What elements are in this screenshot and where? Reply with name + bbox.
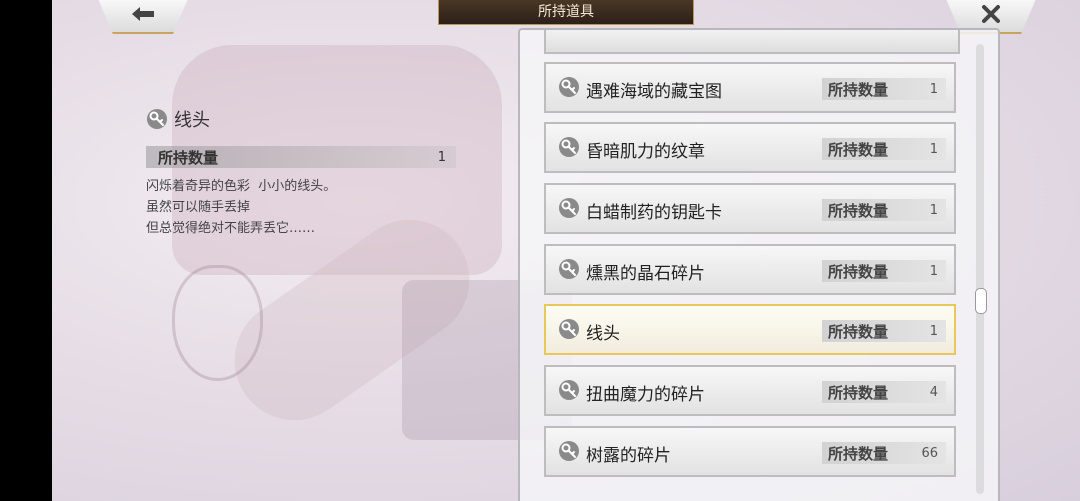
item-quantity-box: 所持数量 1 bbox=[822, 138, 946, 160]
list-item[interactable]: 树露的碎片 所持数量 66 bbox=[544, 426, 956, 477]
item-quantity-label: 所持数量 bbox=[828, 140, 889, 159]
item-name: 昏暗肌力的纹章 bbox=[586, 142, 705, 162]
item-key-icon bbox=[147, 109, 167, 129]
detail-quantity-label: 所持数量 bbox=[158, 148, 219, 167]
item-name: 白蜡制药的钥匙卡 bbox=[586, 203, 722, 223]
item-key-icon bbox=[559, 77, 579, 97]
background-hourglass-illustration bbox=[172, 265, 263, 381]
list-item-selected[interactable]: 线头 所持数量 1 bbox=[544, 304, 956, 355]
list-item[interactable]: 遇难海域的藏宝图 所持数量 1 bbox=[544, 62, 956, 113]
back-button[interactable] bbox=[96, 0, 190, 34]
item-name: 线头 bbox=[586, 324, 620, 344]
description-line: 虽然可以随手丢掉 bbox=[146, 200, 251, 215]
inventory-screen: 所持道具 线头 所持数量 1 闪烁着奇异的色彩 小小的线头。 虽然可以随手丢掉 … bbox=[52, 0, 1080, 501]
detail-header: 线头 bbox=[146, 106, 456, 132]
item-key-icon bbox=[559, 259, 579, 279]
item-quantity-box: 所持数量 1 bbox=[822, 260, 946, 282]
item-name: 扭曲魔力的碎片 bbox=[586, 385, 705, 405]
description-line: 闪烁着奇异的色彩 小小的线头。 bbox=[146, 179, 337, 194]
item-name: 遇难海域的藏宝图 bbox=[586, 82, 722, 102]
list-item[interactable]: 昏暗肌力的纹章 所持数量 1 bbox=[544, 122, 956, 173]
item-key-icon bbox=[559, 319, 579, 339]
detail-quantity-row: 所持数量 1 bbox=[146, 146, 456, 168]
item-quantity-box: 所持数量 4 bbox=[822, 381, 946, 403]
item-quantity-label: 所持数量 bbox=[828, 262, 889, 281]
item-quantity-value: 4 bbox=[929, 384, 938, 400]
item-quantity-value: 1 bbox=[929, 81, 938, 97]
page-title: 所持道具 bbox=[438, 0, 694, 25]
item-quantity-value: 1 bbox=[929, 323, 938, 339]
item-name: 燻黑的晶石碎片 bbox=[586, 264, 705, 284]
item-quantity-value: 1 bbox=[929, 202, 938, 218]
item-quantity-value: 1 bbox=[929, 263, 938, 279]
item-key-icon bbox=[559, 380, 579, 400]
item-quantity-label: 所持数量 bbox=[828, 201, 889, 220]
list-scrollbar[interactable] bbox=[975, 44, 987, 494]
item-quantity-label: 所持数量 bbox=[828, 383, 889, 402]
detail-item-name: 线头 bbox=[174, 110, 210, 131]
item-key-icon bbox=[559, 137, 579, 157]
list-item-partial bbox=[544, 30, 960, 54]
item-quantity-label: 所持数量 bbox=[828, 444, 889, 463]
item-quantity-label: 所持数量 bbox=[828, 322, 889, 341]
item-quantity-box: 所持数量 1 bbox=[822, 199, 946, 221]
item-list-panel[interactable]: 遇难海域的藏宝图 所持数量 1 昏暗肌力的纹章 所持数量 1 白蜡制药的钥匙卡 … bbox=[518, 28, 1000, 501]
description-line: 但总觉得绝对不能弄丢它…… bbox=[146, 221, 316, 236]
list-item[interactable]: 白蜡制药的钥匙卡 所持数量 1 bbox=[544, 183, 956, 234]
item-detail-panel: 线头 所持数量 1 闪烁着奇异的色彩 小小的线头。 虽然可以随手丢掉 但总觉得绝… bbox=[146, 106, 456, 239]
list-item[interactable]: 燻黑的晶石碎片 所持数量 1 bbox=[544, 244, 956, 295]
item-key-icon bbox=[559, 441, 579, 461]
back-arrow-icon bbox=[132, 7, 154, 21]
item-quantity-box: 所持数量 1 bbox=[822, 320, 946, 342]
item-quantity-label: 所持数量 bbox=[828, 80, 889, 99]
item-quantity-value: 66 bbox=[921, 445, 938, 461]
detail-quantity-value: 1 bbox=[437, 149, 446, 165]
item-key-icon bbox=[559, 198, 579, 218]
item-quantity-box: 所持数量 66 bbox=[822, 442, 946, 464]
detail-description: 闪烁着奇异的色彩 小小的线头。 虽然可以随手丢掉 但总觉得绝对不能弄丢它…… bbox=[146, 176, 456, 239]
item-quantity-box: 所持数量 1 bbox=[822, 78, 946, 100]
item-name: 树露的碎片 bbox=[586, 446, 671, 466]
close-x-icon bbox=[982, 5, 1000, 23]
scrollbar-thumb[interactable] bbox=[975, 288, 987, 314]
list-item[interactable]: 扭曲魔力的碎片 所持数量 4 bbox=[544, 365, 956, 416]
item-quantity-value: 1 bbox=[929, 141, 938, 157]
